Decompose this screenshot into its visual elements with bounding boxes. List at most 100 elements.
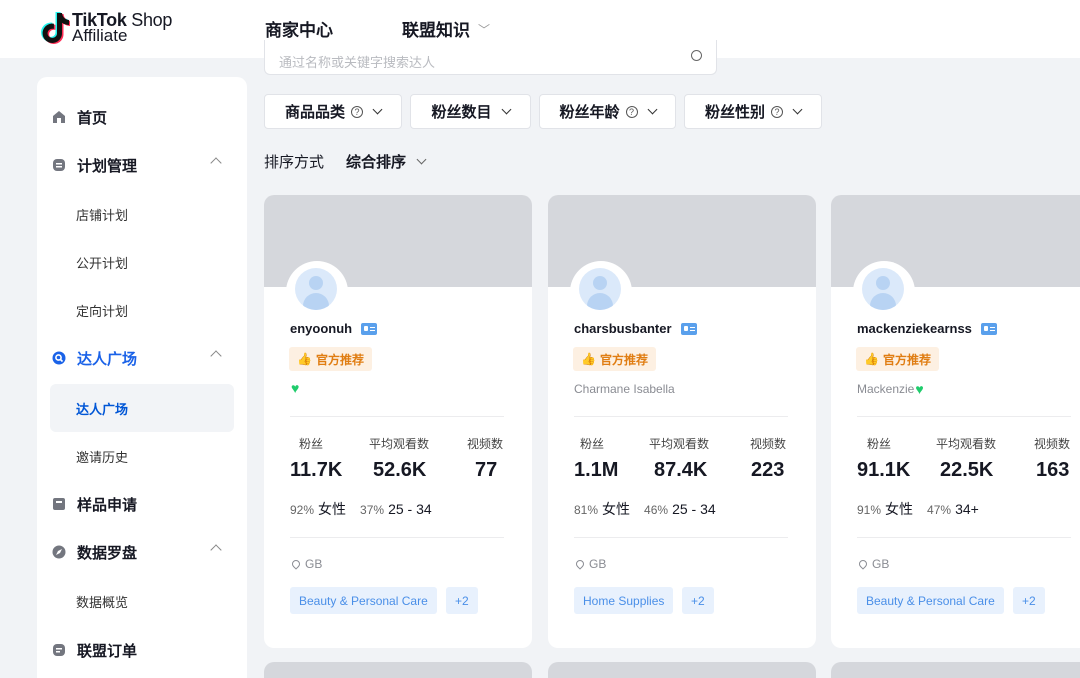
sidebar-item-plan-management[interactable]: 计划管理 — [50, 142, 234, 188]
search-icon[interactable] — [691, 50, 702, 61]
filter-label: 粉丝性别 — [704, 104, 765, 121]
heart-icon: ♥ — [291, 380, 300, 396]
chevron-down-icon — [372, 104, 383, 115]
region-text: GB — [305, 557, 323, 571]
region-text: GB — [589, 557, 607, 571]
sidebar-item-label: 联盟订单 — [77, 642, 138, 660]
sidebar-item-targeted-plan[interactable]: 定向计划 — [50, 286, 234, 334]
help-icon[interactable]: ? — [351, 105, 363, 118]
id-card-icon — [361, 322, 378, 335]
videos-label: 视频数 — [467, 437, 504, 451]
location-pin-icon — [574, 558, 586, 570]
sidebar-item-invite-history[interactable]: 邀请历史 — [50, 432, 234, 480]
sort-select[interactable]: 综合排序 — [346, 151, 406, 172]
age-pct: 37% — [360, 503, 385, 517]
creator-nickname: ♥ — [290, 380, 300, 396]
category-tag: Beauty & Personal Care — [290, 587, 437, 614]
filter-follower-age[interactable]: 粉丝年龄 ? — [539, 94, 676, 129]
username-text: charsbusbanter — [574, 321, 672, 336]
creator-username[interactable]: charsbusbanter — [574, 321, 697, 336]
nav-merchant-center[interactable]: 商家中心 — [265, 16, 333, 41]
avg-views-label: 平均观看数 — [369, 437, 430, 451]
search-circle-icon — [52, 351, 66, 365]
avg-views-label: 平均观看数 — [936, 437, 997, 451]
chevron-up-icon — [210, 350, 222, 362]
creator-card-next-row[interactable] — [831, 662, 1080, 678]
filter-label: 商品品类 — [284, 104, 345, 121]
official-recommend-badge: 👍 官方推荐 — [289, 347, 372, 371]
creator-username[interactable]: mackenziekearnss — [857, 321, 997, 336]
compass-icon — [52, 545, 66, 559]
more-tags-badge[interactable]: +2 — [446, 587, 478, 614]
sidebar-item-label: 数据罗盘 — [77, 544, 138, 562]
more-tags-badge[interactable]: +2 — [682, 587, 714, 614]
tiktok-shop-logo[interactable]: TikTok Shop Affiliate — [38, 11, 172, 45]
filter-follower-count[interactable]: 粉丝数目 — [410, 94, 531, 129]
sidebar-item-data-compass[interactable]: 数据罗盘 — [50, 529, 234, 575]
sidebar-item-store-plan[interactable]: 店铺计划 — [50, 190, 234, 238]
creator-card-next-row[interactable] — [548, 662, 816, 678]
more-tags-badge[interactable]: +2 — [1013, 587, 1045, 614]
creator-card[interactable]: enyoonuh 👍 官方推荐 ♥ 粉丝 平均观看数 视频数 11.7K 52.6… — [264, 195, 532, 648]
sidebar-item-data-overview[interactable]: 数据概览 — [50, 577, 234, 625]
chevron-down-icon[interactable] — [416, 154, 427, 165]
avg-views-value: 22.5K — [940, 459, 994, 481]
id-card-icon — [980, 322, 997, 335]
creator-region: GB — [857, 557, 889, 571]
sidebar-item-label: 达人广场 — [77, 350, 138, 368]
chevron-down-icon: ﹀ — [478, 23, 491, 37]
age-range: 25 - 34 — [672, 501, 716, 517]
followers-label: 粉丝 — [867, 437, 892, 451]
age-range: 34+ — [955, 501, 979, 517]
creator-card[interactable]: charsbusbanter 👍 官方推荐 Charmane Isabella 粉… — [548, 195, 816, 648]
followers-value: 1.1M — [574, 459, 619, 481]
creator-search-input[interactable]: 通过名称或关键字搜索达人 — [264, 40, 717, 75]
creator-region: GB — [290, 557, 323, 571]
username-text: mackenziekearnss — [857, 321, 972, 336]
creator-nickname: Charmane Isabella — [574, 382, 675, 396]
category-tag: Home Supplies — [574, 587, 674, 614]
sidebar-item-creator-square-sub[interactable]: 达人广场 — [50, 384, 234, 432]
category-tag: Beauty & Personal Care — [857, 587, 1004, 614]
videos-label: 视频数 — [750, 437, 787, 451]
thumbs-up-icon: 👍 — [581, 352, 596, 366]
filter-product-category[interactable]: 商品品类 ? — [264, 94, 402, 129]
filter-follower-gender[interactable]: 粉丝性别 ? — [684, 94, 822, 129]
avg-views-label: 平均观看数 — [649, 437, 710, 451]
divider — [857, 537, 1071, 538]
audience-demographics: 91% 女性 47% 34+ — [857, 499, 979, 519]
filter-label: 粉丝数目 — [431, 104, 492, 121]
location-pin-icon — [857, 558, 869, 570]
location-pin-icon — [290, 558, 302, 570]
followers-label: 粉丝 — [299, 437, 324, 451]
creator-username[interactable]: enyoonuh — [290, 321, 378, 336]
help-icon[interactable]: ? — [771, 105, 783, 118]
sidebar-item-creator-square[interactable]: 达人广场 — [50, 335, 234, 381]
avatar[interactable] — [295, 268, 337, 310]
thumbs-up-icon: 👍 — [864, 352, 879, 366]
creator-card-next-row[interactable] — [264, 662, 532, 678]
avatar[interactable] — [862, 268, 904, 310]
sidebar-item-sample-request[interactable]: 样品申请 — [50, 481, 234, 527]
gender-label: 女性 — [318, 501, 347, 517]
divider — [290, 537, 504, 538]
female-pct: 92% — [290, 503, 315, 517]
chevron-up-icon — [210, 544, 222, 556]
female-pct: 81% — [574, 503, 599, 517]
chevron-down-icon — [501, 104, 511, 115]
divider — [857, 416, 1071, 417]
followers-value: 11.7K — [290, 459, 343, 481]
sidebar-item-affiliate-orders[interactable]: 联盟订单 — [50, 627, 234, 673]
avatar[interactable] — [579, 268, 621, 310]
sidebar-item-public-plan[interactable]: 公开计划 — [50, 238, 234, 286]
tiktok-note-icon — [38, 11, 71, 45]
sidebar-item-home[interactable]: 首页 — [50, 94, 234, 140]
creator-card[interactable]: mackenziekearnss 👍 官方推荐 Mackenzie ♥ 粉丝 平均观… — [831, 195, 1080, 648]
help-icon[interactable]: ? — [625, 105, 638, 118]
age-pct: 46% — [644, 503, 669, 517]
filter-label: 粉丝年龄 — [559, 104, 620, 121]
nav-affiliate-knowledge[interactable]: 联盟知识 ﹀ — [402, 16, 490, 41]
gender-label: 女性 — [885, 501, 914, 517]
id-card-icon — [680, 322, 697, 335]
sort-row: 排序方式 综合排序 — [264, 151, 427, 172]
